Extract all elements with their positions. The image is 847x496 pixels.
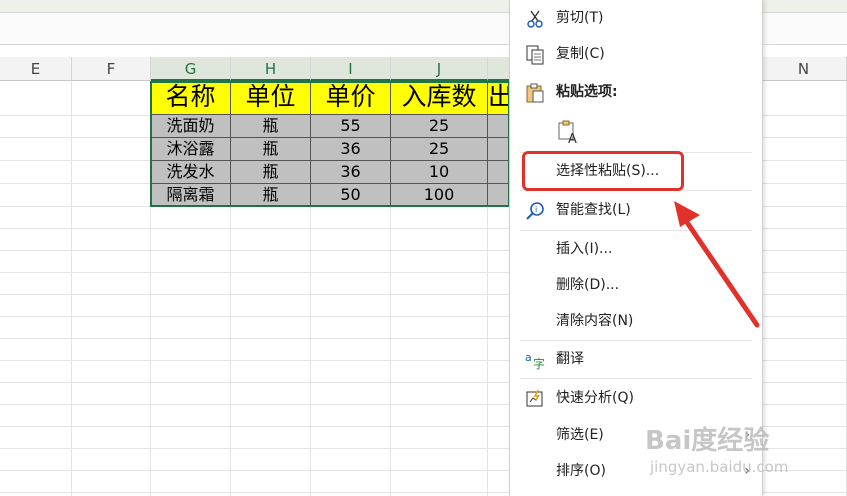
smart-lookup-icon: i — [524, 200, 546, 222]
menu-item-translate[interactable]: a字 翻译 — [510, 342, 760, 376]
table-cell[interactable]: 36 — [311, 161, 391, 184]
table-cell[interactable]: 洗面奶 — [151, 115, 231, 138]
column-header-f[interactable]: F — [72, 57, 151, 81]
table-cell[interactable]: 25 — [391, 115, 488, 138]
table-cell[interactable] — [488, 184, 510, 207]
svg-text:字: 字 — [533, 356, 545, 371]
menu-item-label: 筛选(E) — [556, 427, 604, 443]
table-cell[interactable]: 瓶 — [231, 184, 311, 207]
column-header-n[interactable]: N — [761, 57, 847, 81]
table-cell[interactable] — [488, 115, 510, 138]
menu-item-label: 剪切(T) — [556, 10, 604, 26]
column-header-e[interactable]: E — [0, 57, 72, 81]
red-arrow-annotation — [674, 201, 760, 328]
table-cell[interactable]: 沐浴露 — [151, 138, 231, 161]
table-cell[interactable]: 50 — [311, 184, 391, 207]
translate-icon: a字 — [524, 349, 546, 371]
table-header-cell[interactable]: 名称 — [151, 81, 231, 115]
table-header-cell[interactable]: 出 — [488, 81, 510, 115]
column-header-j[interactable]: J — [391, 57, 488, 81]
watermark-logo: Bai度经验 — [645, 426, 770, 456]
column-header-i[interactable]: I — [311, 57, 391, 81]
table-cell[interactable] — [488, 138, 510, 161]
menu-item-quick-analysis[interactable]: 快速分析(Q) — [510, 381, 760, 415]
table-cell[interactable]: 36 — [311, 138, 391, 161]
table-cell[interactable]: 瓶 — [231, 115, 311, 138]
table-header-cell[interactable]: 入库数 — [391, 81, 488, 115]
scissors-icon — [524, 8, 546, 30]
svg-text:a: a — [525, 351, 532, 364]
table-cell[interactable]: 瓶 — [231, 161, 311, 184]
column-header-h[interactable]: H — [231, 57, 311, 81]
column-header-k[interactable] — [488, 57, 510, 81]
menu-item-paste-options: 粘贴选项: — [510, 75, 760, 109]
svg-text:i: i — [535, 205, 537, 214]
quick-analysis-icon — [524, 388, 546, 410]
table-cell[interactable]: 瓶 — [231, 138, 311, 161]
table-cell[interactable]: 25 — [391, 138, 488, 161]
menu-item-label: 粘贴选项: — [556, 84, 618, 100]
menu-item-label: 清除内容(N) — [556, 313, 634, 329]
menu-item-label: 翻译 — [556, 351, 584, 367]
svg-text:A: A — [568, 132, 577, 145]
menu-item-label: 复制(C) — [556, 46, 605, 62]
table-header-cell[interactable]: 单价 — [311, 81, 391, 115]
menu-item-label: 排序(O) — [556, 463, 606, 479]
highlight-box — [522, 151, 684, 191]
menu-item-label: 插入(I)... — [556, 241, 613, 257]
paste-text-only-icon: A — [556, 119, 582, 147]
table-cell[interactable]: 隔离霜 — [151, 184, 231, 207]
table-header-cell[interactable]: 单位 — [231, 81, 311, 115]
copy-icon — [524, 44, 546, 66]
table-cell[interactable]: 55 — [311, 115, 391, 138]
menu-separator — [520, 378, 752, 379]
paste-text-only-button[interactable]: A — [510, 113, 760, 149]
menu-item-label: 快速分析(Q) — [556, 390, 634, 406]
menu-item-label: 智能查找(L) — [556, 202, 631, 218]
menu-separator — [520, 340, 752, 341]
menu-item-label: 删除(D)... — [556, 277, 620, 293]
table-cell[interactable]: 100 — [391, 184, 488, 207]
table-cell[interactable]: 洗发水 — [151, 161, 231, 184]
watermark-url: jingyan.baidu.com — [650, 458, 789, 476]
menu-item-copy[interactable]: 复制(C) — [510, 37, 760, 71]
menu-item-cut[interactable]: 剪切(T) — [510, 1, 760, 35]
clipboard-icon — [524, 82, 546, 104]
column-header-g[interactable]: G — [151, 57, 231, 81]
table-cell[interactable]: 10 — [391, 161, 488, 184]
table-cell[interactable] — [488, 161, 510, 184]
